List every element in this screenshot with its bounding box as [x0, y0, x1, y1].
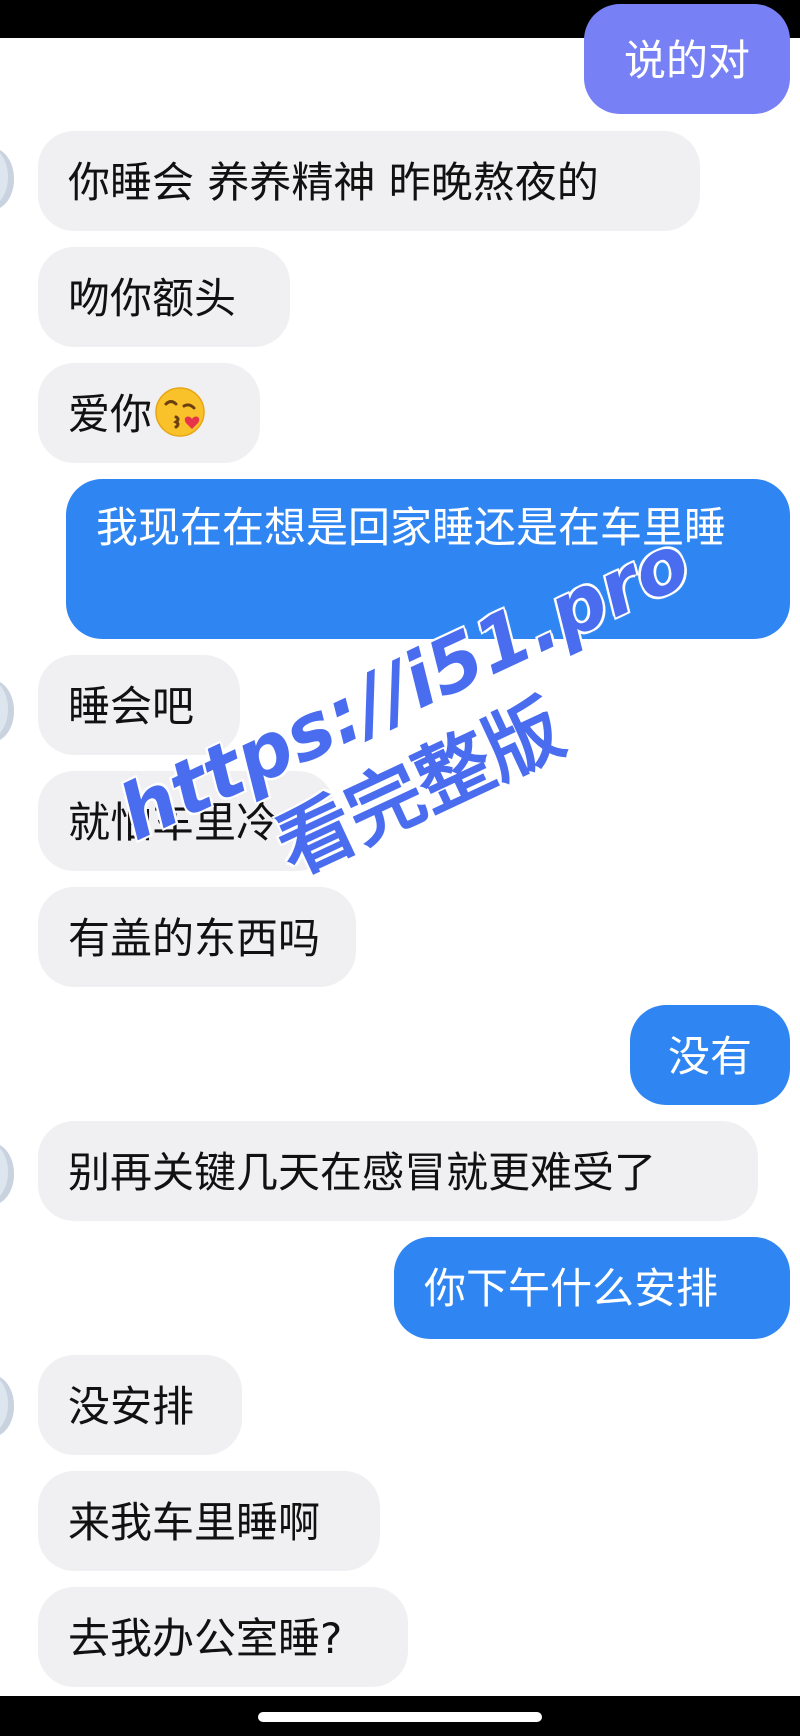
message-incoming[interactable]: 爱你 — [38, 363, 260, 463]
message-text: 爱你 — [68, 390, 153, 439]
avatar[interactable] — [0, 1375, 14, 1437]
avatar[interactable] — [0, 1143, 14, 1205]
message-incoming[interactable]: 没安排 — [38, 1355, 242, 1455]
message-incoming[interactable]: 有盖的东西吗 — [38, 887, 356, 987]
message-incoming[interactable]: 睡会吧 — [38, 655, 240, 755]
avatar[interactable] — [0, 680, 14, 742]
message-incoming[interactable]: 来我车里睡啊 — [38, 1471, 380, 1571]
avatar[interactable] — [0, 148, 14, 210]
message-incoming[interactable]: 就怕车里冷 — [38, 771, 334, 871]
message-incoming[interactable]: 别再关键几天在感冒就更难受了 — [38, 1121, 758, 1221]
message-outgoing[interactable]: 我现在在想是回家睡还是在车里睡 — [66, 479, 790, 639]
message-outgoing[interactable]: 你下午什么安排 — [394, 1237, 790, 1339]
message-incoming[interactable]: 你睡会 养养精神 昨晚熬夜的 — [38, 131, 700, 231]
home-indicator[interactable] — [258, 1712, 542, 1722]
message-outgoing[interactable]: 说的对 — [584, 4, 790, 114]
message-incoming[interactable]: 吻你额头 — [38, 247, 290, 347]
message-incoming[interactable]: 去我办公室睡? — [38, 1587, 408, 1687]
face-blowing-a-kiss-icon — [155, 387, 205, 437]
message-outgoing[interactable]: 没有 — [630, 1005, 790, 1105]
